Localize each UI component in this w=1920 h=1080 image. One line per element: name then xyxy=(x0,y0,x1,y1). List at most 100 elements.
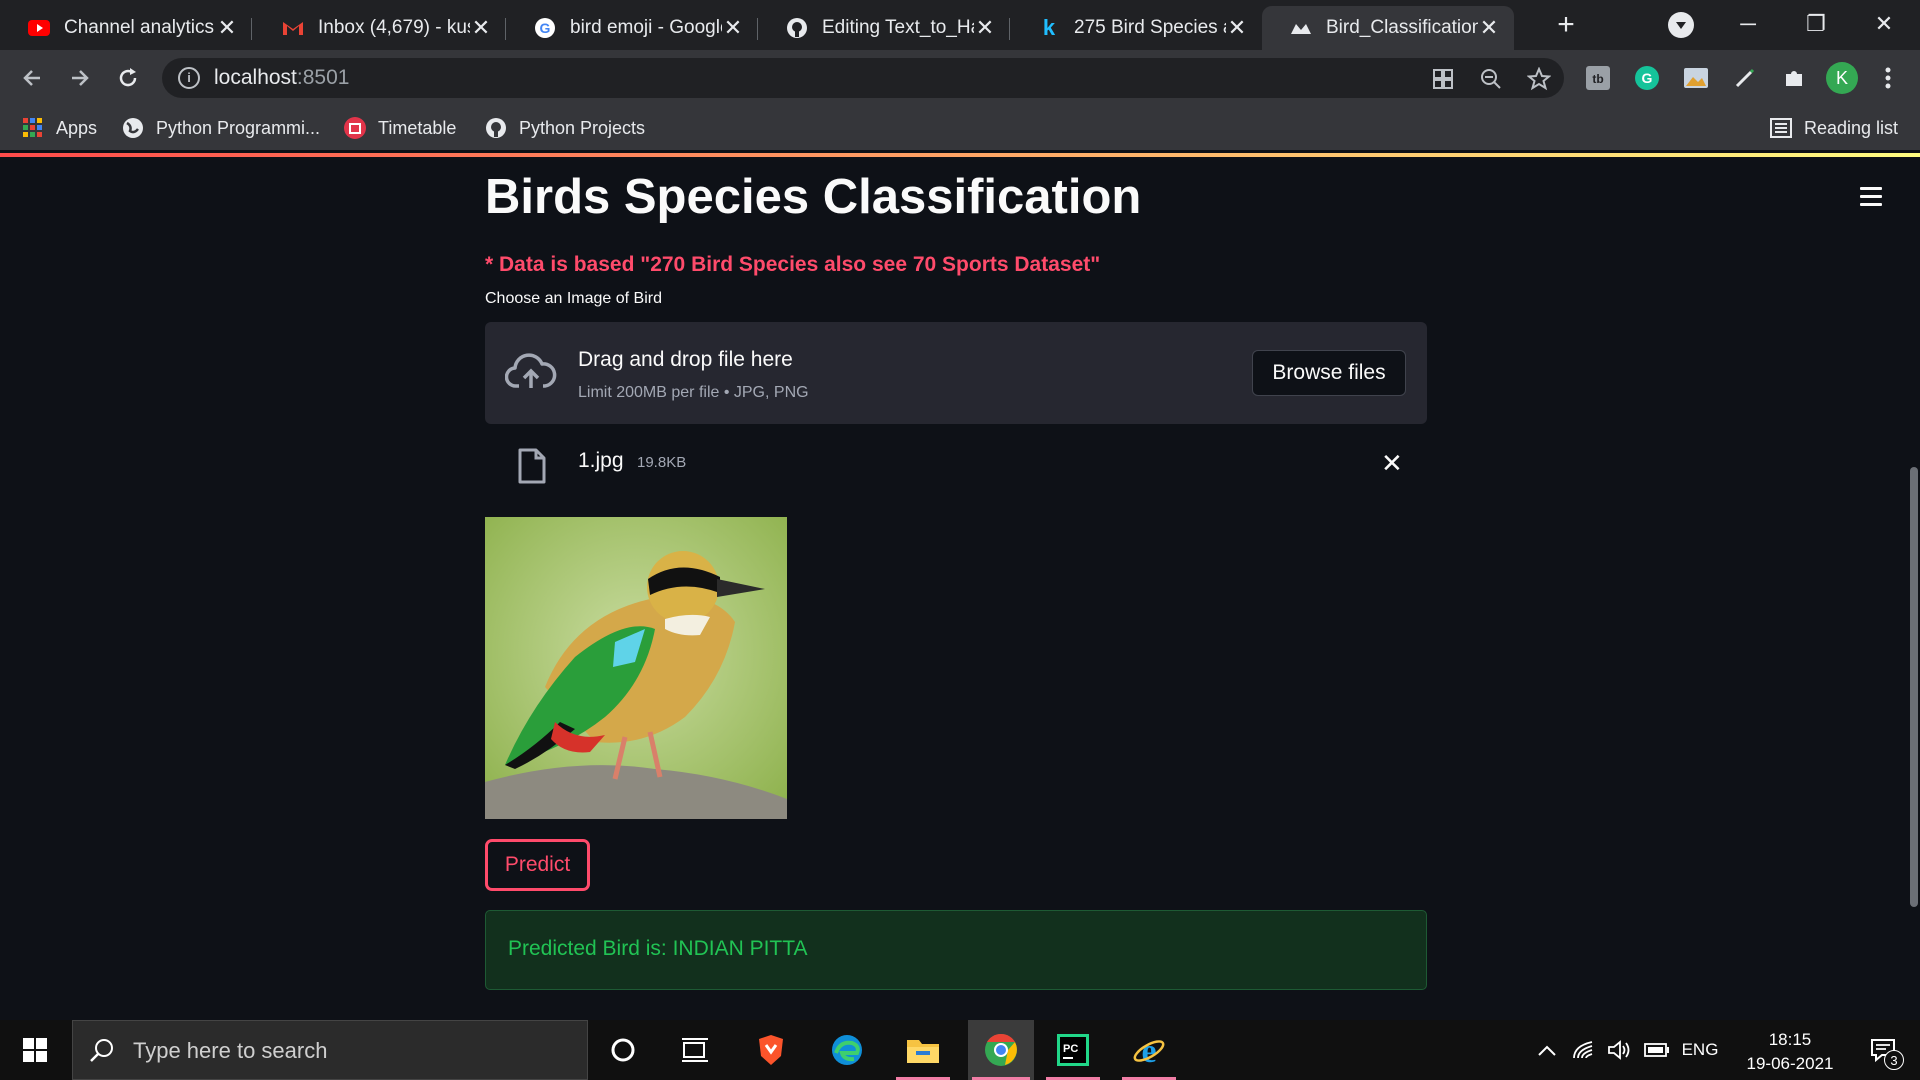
apps-grid-icon xyxy=(22,117,44,139)
taskbar-search-box[interactable]: Type here to search xyxy=(72,1020,588,1080)
streamlit-icon xyxy=(1290,17,1312,39)
file-explorer-taskbar[interactable] xyxy=(892,1020,954,1080)
file-size: 19.8KB xyxy=(637,454,687,471)
tab-label: 275 Bird Species als xyxy=(1074,17,1226,38)
task-view-icon xyxy=(682,1038,708,1062)
tab-manager-extension-icon[interactable]: tb xyxy=(1584,64,1612,92)
edge-icon xyxy=(832,1035,862,1065)
bookmark-python-projects[interactable]: Python Projects xyxy=(485,114,645,142)
close-icon[interactable]: ✕ xyxy=(216,15,238,41)
install-app-icon[interactable] xyxy=(1430,66,1456,92)
dataset-note: * Data is based "270 Bird Species also s… xyxy=(485,253,1101,276)
pycharm-taskbar[interactable]: PC xyxy=(1042,1020,1104,1080)
zoom-out-icon[interactable] xyxy=(1478,66,1504,92)
svg-text:G: G xyxy=(540,20,551,36)
search-icon xyxy=(89,1037,115,1068)
tab-label: Channel analytics - xyxy=(64,17,216,38)
extensions-puzzle-icon[interactable] xyxy=(1780,64,1808,92)
brave-browser-taskbar[interactable] xyxy=(740,1020,802,1080)
file-icon xyxy=(518,448,546,489)
url-port: :8501 xyxy=(296,66,350,89)
reload-button[interactable] xyxy=(110,60,146,96)
tab-label: Inbox (4,679) - kush xyxy=(318,17,470,38)
chrome-taskbar[interactable] xyxy=(968,1020,1034,1080)
close-icon[interactable]: ✕ xyxy=(470,15,492,41)
more-menu-icon[interactable] xyxy=(1874,64,1902,92)
bookmarks-bar: Apps Python Programmi... Timetable Pytho… xyxy=(0,106,1920,150)
remove-file-button[interactable]: ✕ xyxy=(1381,448,1403,479)
address-bar[interactable]: i localhost:8501 xyxy=(162,58,1564,98)
browser-toolbar: i localhost:8501 tb G K xyxy=(0,50,1920,106)
chevron-down-icon xyxy=(1676,22,1686,29)
uploaded-file: 1.jpg 19.8KB ✕ xyxy=(485,440,1427,500)
action-center-button[interactable]: 3 xyxy=(1856,1020,1910,1080)
bookmark-star-icon[interactable] xyxy=(1526,66,1552,92)
bookmark-apps[interactable]: Apps xyxy=(22,114,97,142)
tab-search-button[interactable] xyxy=(1668,12,1694,38)
tab-bird-emoji[interactable]: G bird emoji - Google ✕ xyxy=(506,6,758,50)
show-hidden-icons-button[interactable] xyxy=(1532,1020,1562,1080)
volume-icon[interactable] xyxy=(1604,1020,1634,1080)
network-icon[interactable] xyxy=(1568,1020,1598,1080)
cortana-icon xyxy=(611,1038,635,1062)
close-icon[interactable]: ✕ xyxy=(722,15,744,41)
cortana-button[interactable] xyxy=(592,1020,654,1080)
close-icon[interactable]: ✕ xyxy=(974,15,996,41)
site-info-icon[interactable]: i xyxy=(178,67,200,89)
dropzone-instructions: Drag and drop file here xyxy=(578,348,793,371)
bird-photo xyxy=(485,517,787,819)
bookmark-timetable[interactable]: Timetable xyxy=(344,114,456,142)
edge-taskbar[interactable] xyxy=(816,1020,878,1080)
restore-button[interactable]: ❐ xyxy=(1786,6,1846,42)
reading-list-icon xyxy=(1770,117,1792,139)
kaggle-icon: k xyxy=(1042,15,1056,40)
bookmark-python-programming[interactable]: Python Programmi... xyxy=(122,114,320,142)
back-button[interactable] xyxy=(14,60,50,96)
tab-bird-classification[interactable]: Bird_Classification · ✕ xyxy=(1262,6,1514,50)
file-dropzone[interactable]: Drag and drop file here Limit 200MB per … xyxy=(485,322,1427,424)
tab-github-editing[interactable]: Editing Text_to_Han ✕ xyxy=(758,6,1010,50)
pen-extension-icon[interactable] xyxy=(1731,64,1759,92)
battery-icon[interactable] xyxy=(1640,1020,1674,1080)
svg-text:G: G xyxy=(1642,70,1653,86)
main-menu-button[interactable] xyxy=(1860,187,1882,211)
pycharm-icon: PC xyxy=(1057,1034,1089,1066)
language-indicator[interactable]: ENG xyxy=(1680,1020,1720,1080)
folder-icon xyxy=(907,1040,939,1063)
close-icon[interactable]: ✕ xyxy=(1226,15,1248,41)
svg-text:e: e xyxy=(1141,1034,1156,1066)
tab-strip: Channel analytics - ✕ Inbox (4,679) - ku… xyxy=(0,0,1920,50)
svg-text:tb: tb xyxy=(1592,72,1603,86)
minimize-button[interactable]: ─ xyxy=(1718,6,1778,42)
clock-time: 18:15 xyxy=(1768,1030,1812,1049)
close-window-button[interactable]: ✕ xyxy=(1854,6,1914,42)
forward-button[interactable] xyxy=(62,60,98,96)
url-host: localhost xyxy=(214,66,297,89)
predict-button[interactable]: Predict xyxy=(485,839,590,891)
close-icon[interactable]: ✕ xyxy=(1478,15,1500,41)
reading-list-button[interactable]: Reading list xyxy=(1770,114,1898,142)
gmail-icon xyxy=(282,17,304,39)
grammarly-icon[interactable]: G xyxy=(1633,64,1661,92)
browse-files-button[interactable]: Browse files xyxy=(1252,350,1406,396)
uploader-label: Choose an Image of Bird xyxy=(485,290,662,307)
tab-kaggle-bird-species[interactable]: k 275 Bird Species als ✕ xyxy=(1010,6,1262,50)
profile-avatar[interactable]: K xyxy=(1826,62,1858,94)
github-icon xyxy=(786,17,808,39)
internet-explorer-taskbar[interactable]: e xyxy=(1118,1020,1180,1080)
tab-channel-analytics[interactable]: Channel analytics - ✕ xyxy=(0,6,252,50)
page-scrollbar[interactable] xyxy=(1910,467,1918,907)
bookmark-label: Python Programmi... xyxy=(156,117,321,138)
tab-gmail-inbox[interactable]: Inbox (4,679) - kush ✕ xyxy=(254,6,506,50)
svg-text:PC: PC xyxy=(1063,1043,1078,1055)
new-tab-button[interactable]: + xyxy=(1548,8,1584,44)
uploaded-bird-image xyxy=(485,517,787,819)
internet-explorer-icon: e xyxy=(1133,1034,1165,1066)
start-button[interactable] xyxy=(0,1020,70,1080)
image-extension-icon[interactable] xyxy=(1682,64,1710,92)
system-clock[interactable]: 18:15 19-06-2021 xyxy=(1730,1028,1850,1076)
dropzone-limit: Limit 200MB per file • JPG, PNG xyxy=(578,384,809,401)
cloud-upload-icon xyxy=(504,352,557,397)
url-text: localhost:8501 xyxy=(214,66,349,90)
task-view-button[interactable] xyxy=(664,1020,726,1080)
